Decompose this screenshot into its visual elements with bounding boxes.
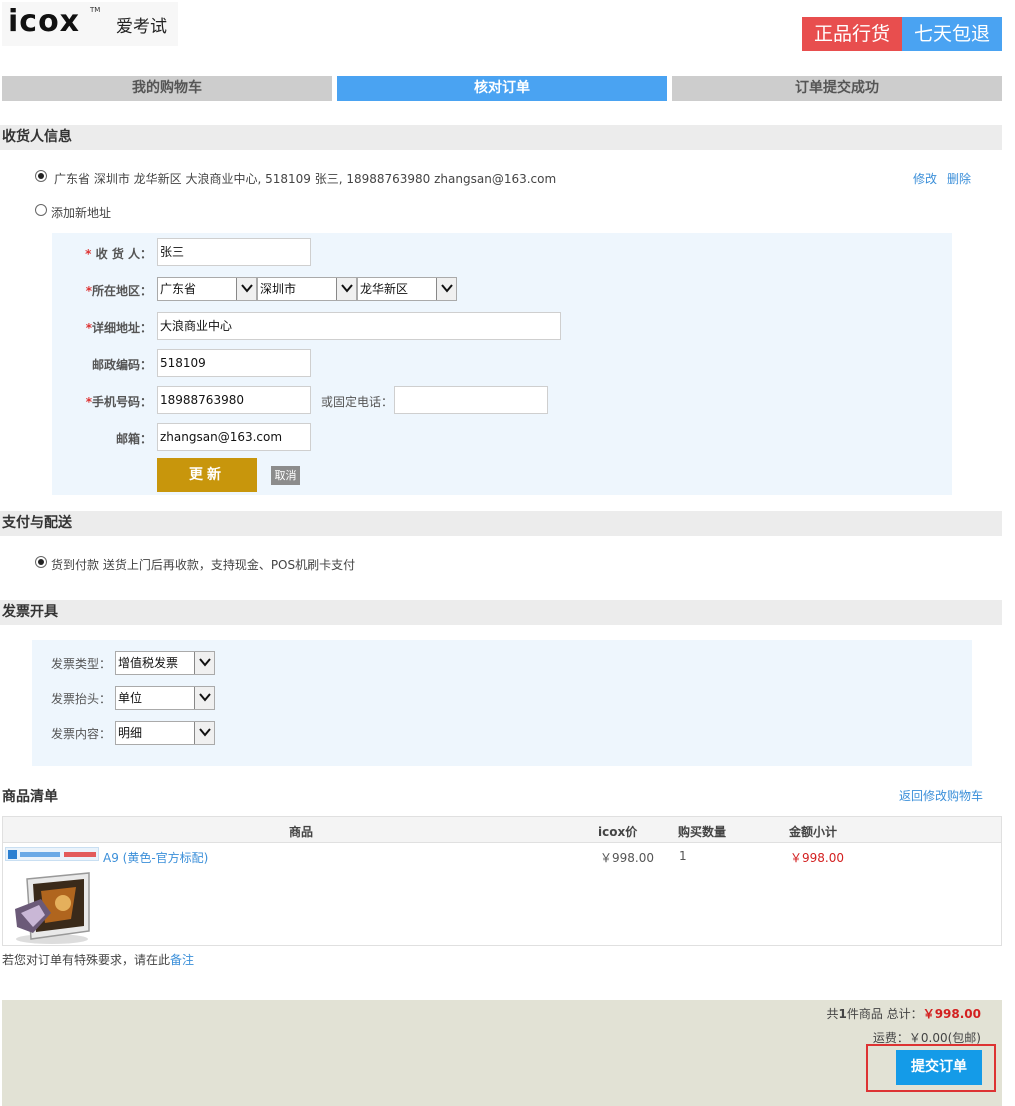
city-select[interactable]: 深圳市 [257,277,357,301]
email-input[interactable]: zhangsan@163.com [157,423,311,451]
add-new-address-radio[interactable] [35,204,47,216]
logo-trademark: TM [90,6,101,14]
invoice-title-label: 发票抬头： [51,692,112,706]
seven-day-return-badge: 七天包退 [902,17,1002,51]
cod-payment-label: 货到付款 送货上门后再收款，支持现金、POS机刷卡支付 [51,558,356,572]
receiver-section-title: 收货人信息 [0,125,1002,150]
invoice-type-label: 发票类型： [51,657,112,671]
product-subtotal: ￥998.00 [790,851,844,865]
detail-address-label: *详细地址： [85,321,152,335]
invoice-content-label: 发票内容： [51,727,112,741]
step-cart: 我的购物车 [2,76,332,101]
saved-address-radio[interactable] [35,170,47,182]
province-select[interactable]: 广东省 [157,277,257,301]
invoice-title-select[interactable]: 单位 [115,686,215,710]
order-total-line: 共1件商品 总计：￥998.00 [826,1007,981,1021]
goods-section-title: 商品清单 [2,789,58,805]
remark-hint: 若您对订单有特殊要求，请在此备注 [2,953,195,967]
step-order-success: 订单提交成功 [672,76,1002,101]
order-total: ￥998.00 [922,1007,981,1021]
remark-link[interactable]: 备注 [170,953,194,967]
add-new-address-label: 添加新地址 [51,206,112,220]
product-name-link[interactable]: A9 (黄色-官方标配) [103,849,208,866]
payment-section-title: 支付与配送 [0,511,1002,536]
update-address-button[interactable]: 更新 [157,458,257,492]
receiver-name-label: * 收 货 人： [85,247,152,261]
col-price: icox价 [598,825,638,839]
landline-input[interactable] [394,386,548,414]
postcode-label: 邮政编码： [91,358,152,372]
item-count: 1 [838,1007,847,1021]
genuine-goods-badge: 正品行货 [802,17,902,51]
product-image[interactable] [11,869,93,945]
chevron-down-icon [236,278,256,300]
cod-payment-radio[interactable] [35,556,47,568]
logo-chinese-name: 爱考试 [116,17,167,37]
cancel-address-button[interactable]: 取消 [271,466,300,485]
product-quantity: 1 [679,849,687,863]
saved-address-text: 广东省 深圳市 龙华新区 大浪商业中心, 518109 张三, 18988763… [54,172,557,186]
landline-label: 或固定电话： [321,395,394,409]
region-label: *所在地区： [85,284,152,298]
edit-address-link[interactable]: 修改 [913,170,937,187]
chevron-down-icon [194,722,214,744]
submit-order-button[interactable]: 提交订单 [896,1050,982,1085]
invoice-type-select[interactable]: 增值税发票 [115,651,215,675]
receiver-name-input[interactable]: 张三 [157,238,311,266]
product-price: ￥998.00 [600,851,654,865]
invoice-section-title: 发票开具 [0,600,1002,625]
chevron-down-icon [194,687,214,709]
goods-table: 商品 icox价 购买数量 金额小计 A9 (黄色-官方标配) ￥998.00 … [2,816,1002,946]
chevron-down-icon [194,652,214,674]
postcode-input[interactable]: 518109 [157,349,311,377]
mobile-label: *手机号码： [85,395,152,409]
goods-table-header [3,817,1001,843]
district-select[interactable]: 龙华新区 [357,277,457,301]
col-quantity: 购买数量 [678,825,727,839]
col-subtotal: 金额小计 [789,825,838,839]
detail-address-input[interactable]: 大浪商业中心 [157,312,561,340]
promo-banner-thumbnail[interactable] [5,847,99,861]
invoice-content-select[interactable]: 明细 [115,721,215,745]
back-to-cart-link[interactable]: 返回修改购物车 [899,787,983,804]
logo-mark: icox [8,4,81,39]
delete-address-link[interactable]: 删除 [947,170,971,187]
col-goods: 商品 [289,825,314,839]
chevron-down-icon [436,278,456,300]
step-confirm-order: 核对订单 [337,76,667,101]
mobile-input[interactable]: 18988763980 [157,386,311,414]
email-label: 邮箱： [115,432,152,446]
chevron-down-icon [336,278,356,300]
